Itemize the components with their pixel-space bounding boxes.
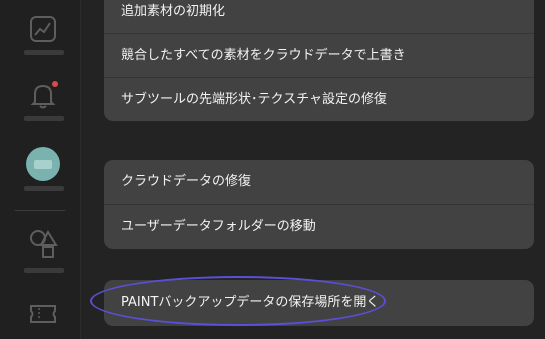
avatar-label-placeholder bbox=[24, 186, 64, 191]
settings-group-backup: PAINTバックアップデータの保存場所を開く bbox=[104, 280, 534, 326]
settings-group-reset: 追加素材の初期化 競合したすべての素材をクラウドデータで上書き サブツールの先端… bbox=[104, 0, 534, 121]
avatar-mark bbox=[34, 159, 52, 169]
chart-icon[interactable] bbox=[27, 13, 59, 45]
sidebar-divider bbox=[15, 210, 65, 211]
notification-dot bbox=[52, 81, 58, 87]
chart-label-placeholder bbox=[24, 50, 64, 55]
move-user-data-folder[interactable]: ユーザーデータフォルダーの移動 bbox=[104, 205, 534, 249]
shapes-label-placeholder bbox=[24, 268, 64, 273]
reset-additional-materials[interactable]: 追加素材の初期化 bbox=[104, 0, 534, 34]
settings-group-data: クラウドデータの修復 ユーザーデータフォルダーの移動 bbox=[104, 160, 534, 249]
overwrite-conflicting-materials[interactable]: 競合したすべての素材をクラウドデータで上書き bbox=[104, 34, 534, 78]
repair-cloud-data[interactable]: クラウドデータの修復 bbox=[104, 160, 534, 205]
bell-label-placeholder bbox=[24, 116, 64, 121]
shapes-icon[interactable] bbox=[27, 227, 59, 259]
avatar[interactable] bbox=[26, 147, 60, 181]
ticket-icon[interactable] bbox=[27, 298, 59, 330]
sidebar bbox=[0, 0, 81, 339]
repair-subtool-settings[interactable]: サブツールの先端形状･テクスチャ設定の修復 bbox=[104, 78, 534, 121]
open-paint-backup-location[interactable]: PAINTバックアップデータの保存場所を開く bbox=[104, 280, 534, 326]
